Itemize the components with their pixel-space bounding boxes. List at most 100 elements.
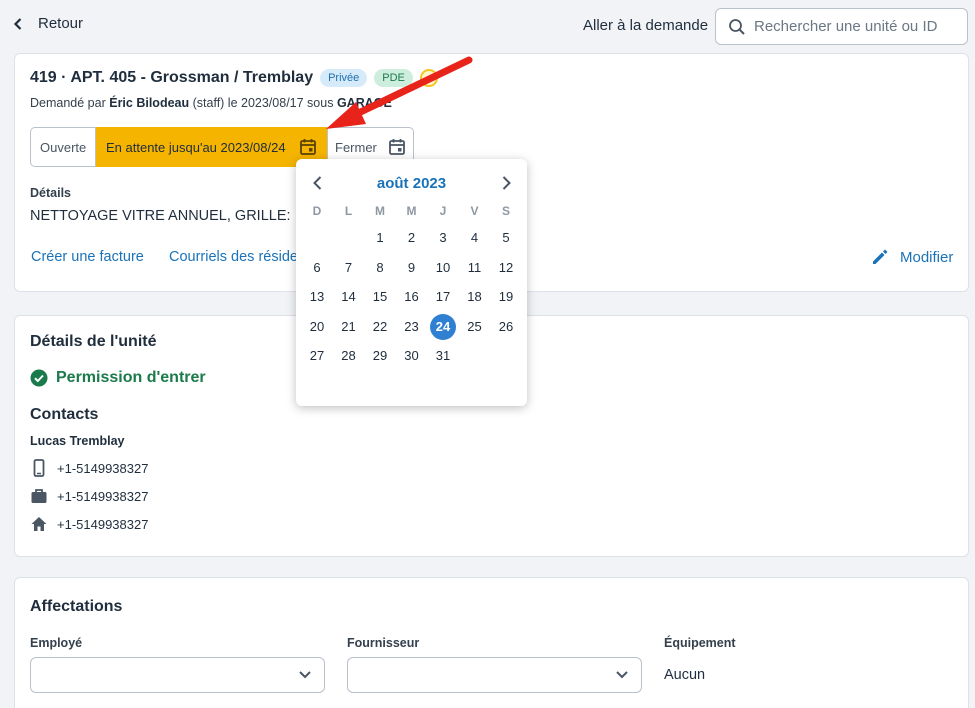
calendar-day[interactable]: 25 xyxy=(462,314,488,340)
calendar-day[interactable]: 2 xyxy=(399,225,425,251)
create-invoice-link[interactable]: Créer une facture xyxy=(31,249,144,265)
calendar-day[interactable]: 3 xyxy=(430,225,456,251)
briefcase-icon xyxy=(31,489,47,503)
details-label: Détails xyxy=(30,186,71,200)
calendar-day[interactable]: 5 xyxy=(493,225,519,251)
weekday-label: V xyxy=(470,204,479,218)
weekday-label: M xyxy=(406,204,417,218)
coin-icon xyxy=(419,69,438,87)
resident-emails-link[interactable]: Courriels des réside xyxy=(169,249,298,265)
status-open-button[interactable]: Ouverte xyxy=(30,127,96,167)
back-button[interactable]: Retour xyxy=(12,15,83,32)
phone-number: +1-5149938327 xyxy=(57,516,149,532)
request-title-row: 419 · APT. 405 - Grossman / Tremblay Pri… xyxy=(30,69,438,87)
status-waiting-label: En attente jusqu'au 2023/08/24 xyxy=(106,139,286,155)
calendar-day[interactable]: 7 xyxy=(336,255,362,281)
month-label: août 2023 xyxy=(376,175,447,192)
calendar-day[interactable]: 11 xyxy=(462,255,488,281)
calendar-day[interactable]: 9 xyxy=(399,255,425,281)
calendar-day[interactable]: 18 xyxy=(462,284,488,310)
weekday-label: S xyxy=(501,204,510,218)
phone-number: +1-5149938327 xyxy=(57,488,149,504)
contact-phone-work: +1-5149938327 xyxy=(30,487,148,505)
calendar-day[interactable]: 26 xyxy=(493,314,519,340)
calendar-day[interactable]: 16 xyxy=(399,284,425,310)
equipment-label: Équipement xyxy=(664,636,736,650)
chevron-right-icon xyxy=(502,176,511,190)
chevron-down-icon xyxy=(299,671,311,679)
search-input[interactable] xyxy=(754,18,964,35)
calendar-day[interactable]: 28 xyxy=(336,343,362,369)
calendar-day[interactable]: 29 xyxy=(367,343,393,369)
assignments-card: Affectations Employé Fournisseur Équipem… xyxy=(14,577,969,708)
entry-permission-label: Permission d'entrer xyxy=(56,369,206,386)
requested-prefix: Demandé par xyxy=(30,96,106,110)
chevron-left-icon xyxy=(13,17,22,30)
employee-label: Employé xyxy=(30,636,83,650)
status-open-label: Ouverte xyxy=(40,139,87,155)
date-picker-header: août 2023 xyxy=(296,171,527,195)
weekday-label: J xyxy=(439,204,447,218)
equipment-value: Aucun xyxy=(664,667,706,683)
calendar-day[interactable]: 31 xyxy=(430,343,456,369)
employee-select[interactable] xyxy=(30,657,325,693)
calendar-day[interactable]: 14 xyxy=(336,284,362,310)
supplier-select[interactable] xyxy=(347,657,642,693)
calendar-day[interactable]: 22 xyxy=(367,314,393,340)
calendar-day[interactable]: 1 xyxy=(367,225,393,251)
calendar-day[interactable]: 10 xyxy=(430,255,456,281)
private-badge: Privée xyxy=(320,69,368,87)
requested-by-line: Demandé par Éric Bilodeau (staff) le 202… xyxy=(30,96,392,110)
status-waiting-button[interactable]: En attente jusqu'au 2023/08/24 xyxy=(96,127,327,167)
entry-permission: Permission d'entrer xyxy=(30,369,206,387)
calendar-day[interactable]: 20 xyxy=(304,314,330,340)
modify-button[interactable]: Modifier xyxy=(870,247,953,267)
calendar-day[interactable]: 13 xyxy=(304,284,330,310)
request-category: GARAGE xyxy=(336,96,392,110)
contact-phone-home: +1-5149938327 xyxy=(30,515,148,533)
calendar-day[interactable]: 15 xyxy=(367,284,393,310)
calendar-day[interactable]: 21 xyxy=(336,314,362,340)
phone-number: +1-5149938327 xyxy=(57,460,149,476)
assignments-heading: Affectations xyxy=(30,598,123,615)
modify-label: Modifier xyxy=(900,248,954,266)
page-title: 419 · APT. 405 - Grossman / Tremblay xyxy=(30,69,314,86)
weekday-label: D xyxy=(312,204,322,218)
calendar-day[interactable]: 27 xyxy=(304,343,330,369)
contacts-heading: Contacts xyxy=(30,406,99,423)
requested-suffix: (staff) le 2023/08/17 sous xyxy=(192,96,334,110)
pde-badge: PDE xyxy=(374,69,413,87)
search-box[interactable] xyxy=(715,8,968,45)
calendar-day[interactable]: 17 xyxy=(430,284,456,310)
home-icon xyxy=(31,517,47,531)
calendar-day[interactable]: 23 xyxy=(399,314,425,340)
chevron-down-icon xyxy=(616,671,628,679)
weekday-label: L xyxy=(344,204,353,218)
details-text: NETTOYAGE VITRE ANNUEL, GRILLE: xyxy=(30,208,291,224)
unit-details-heading: Détails de l'unité xyxy=(30,333,157,350)
mobile-phone-icon xyxy=(33,459,45,477)
calendar-day[interactable]: 30 xyxy=(399,343,425,369)
calendar-icon xyxy=(300,139,316,155)
contact-phone-mobile: +1-5149938327 xyxy=(30,459,148,477)
calendar-day[interactable]: 8 xyxy=(367,255,393,281)
weekday-label: M xyxy=(375,204,385,218)
goto-request-link[interactable]: Aller à la demande xyxy=(583,17,708,34)
calendar-day[interactable]: 12 xyxy=(493,255,519,281)
search-icon xyxy=(729,18,745,35)
check-circle-icon xyxy=(30,369,48,387)
date-picker-popup: août 2023 D L M M J V S 1 2 3 4 5 6 7 8 9 10 11 12 1… xyxy=(296,159,527,406)
next-month-button[interactable] xyxy=(496,173,516,193)
supplier-label: Fournisseur xyxy=(347,636,420,650)
pencil-icon xyxy=(873,249,888,264)
calendar-day[interactable]: 4 xyxy=(462,225,488,251)
calendar-day-selected[interactable]: 24 xyxy=(430,313,456,340)
calendar-day[interactable]: 6 xyxy=(304,255,330,281)
calendar-day[interactable]: 19 xyxy=(493,284,519,310)
calendar-icon xyxy=(389,139,405,155)
back-label: Retour xyxy=(38,15,84,32)
top-bar: Retour Aller à la demande xyxy=(0,0,975,52)
requester-name: Éric Bilodeau xyxy=(109,96,190,110)
contact-name: Lucas Tremblay xyxy=(30,434,125,448)
status-close-label: Fermer xyxy=(335,139,377,155)
